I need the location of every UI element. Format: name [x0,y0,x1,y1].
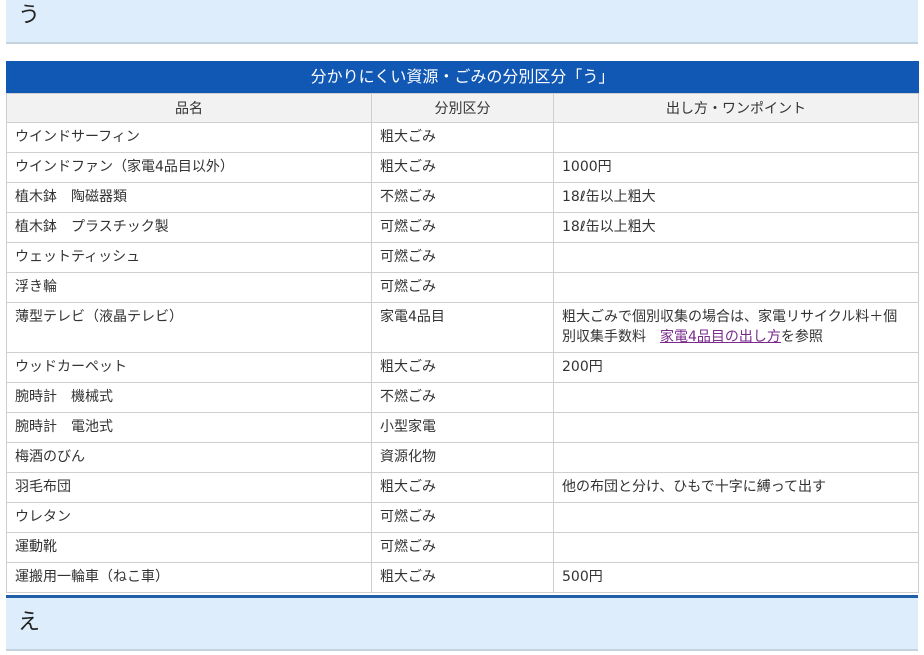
note-cell [553,272,919,303]
note-cell [553,442,919,473]
table-row: ウレタン 可燃ごみ [6,502,919,533]
table-row: 運動靴 可燃ごみ [6,532,919,563]
item-name-cell: 植木鉢 陶磁器類 [6,182,372,213]
note-cell [553,412,919,443]
table-row: 薄型テレビ（液晶テレビ） 家電4品目 粗大ごみで個別収集の場合は、家電リサイクル料＋… [6,302,919,353]
item-name-cell: 梅酒のびん [6,442,372,473]
table-row: 羽毛布団 粗大ごみ 他の布団と分け、ひもで十字に縛って出す [6,472,919,503]
page: う 分かりにくい資源・ごみの分別区分「う」 品名 分別区分 出し方・ワンポイント… [0,0,924,655]
note-cell [553,502,919,533]
table-row: 運搬用一輪車（ねこ車） 粗大ごみ 500円 [6,562,919,593]
table-row: 植木鉢 陶磁器類 不燃ごみ 18ℓ缶以上粗大 [6,182,919,213]
sorting-table: 分かりにくい資源・ごみの分別区分「う」 品名 分別区分 出し方・ワンポイント ウ… [6,61,919,593]
item-name-cell: 羽毛布団 [6,472,372,503]
category-cell: 小型家電 [371,412,554,443]
note-cell: 500円 [553,562,919,593]
note-cell: 粗大ごみで個別収集の場合は、家電リサイクル料＋個別収集手数料 家電4品目の出し方… [553,302,919,353]
table-row: 浮き輪 可燃ごみ [6,272,919,303]
category-cell: 不燃ごみ [371,382,554,413]
note-cell: 他の布団と分け、ひもで十字に縛って出す [553,472,919,503]
category-cell: 可燃ごみ [371,532,554,563]
item-name-cell: ウレタン [6,502,372,533]
note-cell: 200円 [553,352,919,383]
header-notes: 出し方・ワンポイント [553,93,919,123]
item-name-cell: ウェットティッシュ [6,242,372,273]
category-cell: 粗大ごみ [371,152,554,183]
note-cell [553,242,919,273]
table-row: 植木鉢 プラスチック製 可燃ごみ 18ℓ缶以上粗大 [6,212,919,243]
category-cell: 粗大ごみ [371,562,554,593]
category-cell: 可燃ごみ [371,502,554,533]
note-cell [553,382,919,413]
note-cell [553,532,919,563]
category-cell: 資源化物 [371,442,554,473]
category-cell: 可燃ごみ [371,242,554,273]
table-row: ウインドサーフィン 粗大ごみ [6,122,919,153]
category-cell: 家電4品目 [371,302,554,353]
note-cell [553,122,919,153]
category-cell: 不燃ごみ [371,182,554,213]
category-cell: 可燃ごみ [371,272,554,303]
item-name-cell: 腕時計 機械式 [6,382,372,413]
category-cell: 粗大ごみ [371,472,554,503]
header-row: 品名 分別区分 出し方・ワンポイント [6,93,919,123]
note-cell: 1000円 [553,152,919,183]
section-heading-e: え [6,595,918,651]
header-item-name: 品名 [6,93,372,123]
table-row: ウェットティッシュ 可燃ごみ [6,242,919,273]
table-row: 腕時計 電池式 小型家電 [6,412,919,443]
item-name-cell: 腕時計 電池式 [6,412,372,443]
item-name-cell: 浮き輪 [6,272,372,303]
table-row: 梅酒のびん 資源化物 [6,442,919,473]
appliance-disposal-link[interactable]: 家電4品目の出し方 [660,329,781,345]
category-cell: 粗大ごみ [371,352,554,383]
section-heading-u: う [6,0,918,44]
item-name-cell: ウインドファン（家電4品目以外） [6,152,372,183]
item-name-cell: 薄型テレビ（液晶テレビ） [6,302,372,353]
item-name-cell: 運搬用一輪車（ねこ車） [6,562,372,593]
note-cell: 18ℓ缶以上粗大 [553,212,919,243]
table-row: ウッドカーペット 粗大ごみ 200円 [6,352,919,383]
note-cell: 18ℓ缶以上粗大 [553,182,919,213]
item-name-cell: 運動靴 [6,532,372,563]
note-text-suffix: を参照 [780,329,823,345]
table-row: 腕時計 機械式 不燃ごみ [6,382,919,413]
item-name-cell: 植木鉢 プラスチック製 [6,212,372,243]
category-cell: 粗大ごみ [371,122,554,153]
item-name-cell: ウインドサーフィン [6,122,372,153]
table-caption: 分かりにくい資源・ごみの分別区分「う」 [6,61,919,93]
header-category: 分別区分 [371,93,554,123]
category-cell: 可燃ごみ [371,212,554,243]
table-row: ウインドファン（家電4品目以外） 粗大ごみ 1000円 [6,152,919,183]
item-name-cell: ウッドカーペット [6,352,372,383]
